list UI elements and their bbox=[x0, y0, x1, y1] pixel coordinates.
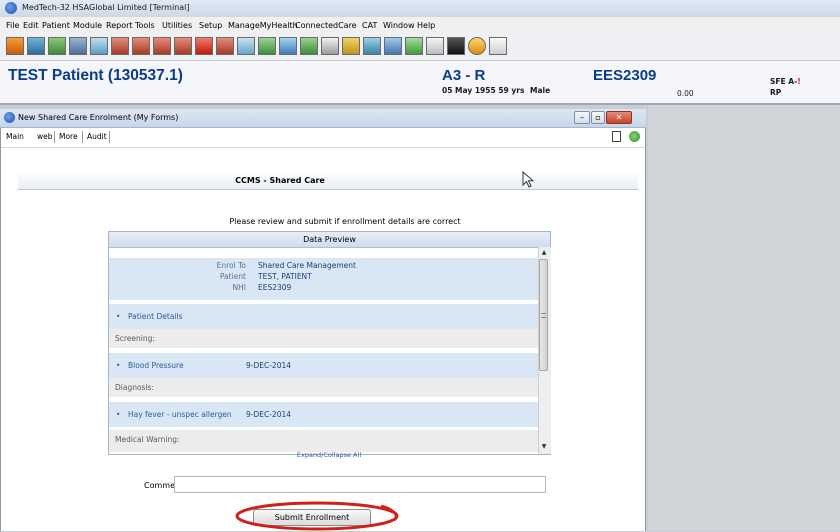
menu-file[interactable]: File bbox=[6, 21, 19, 30]
expand-collapse-all-link[interactable]: Expand/Collapse All bbox=[281, 451, 377, 459]
grid-icon[interactable] bbox=[447, 37, 465, 55]
clock-icon[interactable] bbox=[468, 37, 486, 55]
app-title: MedTech-32 HSAGlobal Limited [Terminal] bbox=[22, 3, 190, 12]
menu-help[interactable]: Help bbox=[417, 21, 435, 30]
patient-name: TEST Patient (130537.1) bbox=[8, 67, 183, 84]
diary-icon[interactable] bbox=[174, 37, 192, 55]
medical-warning-label: Medical Warning: bbox=[115, 435, 180, 444]
nhi-label: NHI bbox=[232, 283, 246, 292]
tab-separator bbox=[109, 131, 110, 143]
menu-connectedcare[interactable]: ConnectedCare bbox=[295, 21, 357, 30]
screening-section-header bbox=[109, 329, 538, 348]
hay-fever-bullet: • bbox=[116, 410, 121, 419]
immunisation-icon[interactable] bbox=[216, 37, 234, 55]
documents-icon[interactable] bbox=[363, 37, 381, 55]
app-title-bar: MedTech-32 HSAGlobal Limited [Terminal] bbox=[0, 0, 840, 18]
menu-report[interactable]: Report bbox=[106, 21, 133, 30]
window-app-icon bbox=[4, 112, 15, 123]
menu-managemyhealth[interactable]: ManageMyHealth bbox=[228, 21, 298, 30]
patient-dob-age: 05 May 1955 59 yrs bbox=[442, 86, 525, 95]
scroll-down-arrow-icon[interactable]: ▼ bbox=[538, 441, 550, 452]
alert-icon[interactable] bbox=[342, 37, 360, 55]
child-window-title-bar: New Shared Care Enrolment (My Forms) – ▫… bbox=[0, 109, 646, 128]
blood-pressure-label[interactable]: Blood Pressure bbox=[128, 361, 184, 370]
minimize-button[interactable]: – bbox=[574, 111, 590, 124]
letters-icon[interactable] bbox=[237, 37, 255, 55]
enrol-to-label: Enrol To bbox=[216, 261, 246, 270]
close-button[interactable]: ✕ bbox=[606, 111, 632, 124]
patient-nhi: EES2309 bbox=[593, 67, 657, 84]
patient-label: Patient bbox=[219, 272, 246, 281]
tab-main[interactable]: Main bbox=[6, 132, 24, 141]
child-window-title: New Shared Care Enrolment (My Forms) bbox=[18, 113, 179, 122]
patient-details-link[interactable]: Patient Details bbox=[128, 312, 183, 321]
workspace-right-panel bbox=[648, 105, 840, 531]
rx-icon[interactable] bbox=[111, 37, 129, 55]
blood-pressure-date: 9-DEC-2014 bbox=[246, 361, 292, 370]
menu-cat[interactable]: CAT bbox=[362, 21, 377, 30]
tab-separator bbox=[82, 131, 83, 143]
outbox-icon[interactable] bbox=[384, 37, 402, 55]
tab-web[interactable]: web bbox=[37, 132, 53, 141]
menu-bar: File Edit Patient Module Report Tools Ut… bbox=[0, 17, 840, 35]
refresh-icon[interactable] bbox=[629, 131, 640, 142]
patient-value: TEST, PATIENT bbox=[258, 272, 312, 281]
messages-icon[interactable] bbox=[405, 37, 423, 55]
menu-utilities[interactable]: Utilities bbox=[162, 21, 192, 30]
screening-label: Screening: bbox=[115, 334, 155, 343]
tab-separator bbox=[54, 131, 55, 143]
diagnosis-label: Diagnosis: bbox=[115, 383, 154, 392]
patient-balance: 0.00 bbox=[677, 89, 694, 98]
hay-fever-label[interactable]: Hay fever - unspec allergen bbox=[128, 410, 232, 419]
labs-icon[interactable] bbox=[132, 37, 150, 55]
calculator-icon[interactable] bbox=[489, 37, 507, 55]
review-message: Please review and submit if enrollment d… bbox=[229, 217, 461, 226]
form-tabs-bar: Main web More Audit bbox=[1, 128, 645, 148]
sfe-label: SFE A- bbox=[770, 77, 798, 86]
patient-sfe-status: SFE A-! bbox=[770, 77, 801, 86]
tab-more[interactable]: More bbox=[59, 132, 78, 141]
main-toolbar bbox=[0, 34, 840, 61]
menu-edit[interactable]: Edit bbox=[23, 21, 39, 30]
scroll-up-arrow-icon[interactable]: ▲ bbox=[538, 247, 550, 258]
sfe-flag: ! bbox=[797, 77, 801, 86]
pencil-icon[interactable] bbox=[426, 37, 444, 55]
diagnosis-section-header bbox=[109, 378, 538, 397]
ccms-header-title: CCMS - Shared Care bbox=[235, 176, 325, 185]
scrollbar-grip-icon bbox=[541, 313, 546, 318]
patient-rp: RP bbox=[770, 88, 782, 97]
number-2-icon[interactable] bbox=[321, 37, 339, 55]
menu-patient[interactable]: Patient bbox=[42, 21, 70, 30]
recalls-icon[interactable] bbox=[153, 37, 171, 55]
medtech-app-icon bbox=[5, 2, 17, 14]
page-icon[interactable] bbox=[612, 131, 621, 142]
hay-fever-date: 9-DEC-2014 bbox=[246, 410, 292, 419]
consult-icon[interactable] bbox=[48, 37, 66, 55]
menu-tools[interactable]: Tools bbox=[135, 21, 155, 30]
summary-icon[interactable] bbox=[27, 37, 45, 55]
email-icon[interactable] bbox=[90, 37, 108, 55]
highlight-circle-annotation bbox=[235, 501, 399, 531]
medical-cross-icon[interactable] bbox=[195, 37, 213, 55]
tab-audit[interactable]: Audit bbox=[87, 132, 107, 141]
restore-button[interactable]: ▫ bbox=[591, 111, 605, 124]
enrol-to-value: Shared Care Management bbox=[258, 261, 356, 270]
mouse-cursor-icon bbox=[522, 171, 535, 188]
patient-code: A3 - R bbox=[442, 67, 486, 84]
menu-module[interactable]: Module bbox=[73, 21, 102, 30]
upload-icon[interactable] bbox=[300, 37, 318, 55]
data-preview-title: Data Preview bbox=[109, 232, 550, 248]
nhi-value: EES2309 bbox=[258, 283, 292, 292]
comments-input[interactable] bbox=[174, 476, 546, 493]
menu-setup[interactable]: Setup bbox=[199, 21, 222, 30]
graph-icon[interactable] bbox=[279, 37, 297, 55]
blood-pressure-bullet: • bbox=[116, 361, 121, 370]
billing-icon[interactable] bbox=[258, 37, 276, 55]
chart-icon[interactable] bbox=[6, 37, 24, 55]
patient-gender: Male bbox=[530, 86, 551, 95]
patient-details-bullet: • bbox=[116, 312, 121, 321]
menu-window[interactable]: Window bbox=[383, 21, 415, 30]
inbox-icon[interactable] bbox=[69, 37, 87, 55]
